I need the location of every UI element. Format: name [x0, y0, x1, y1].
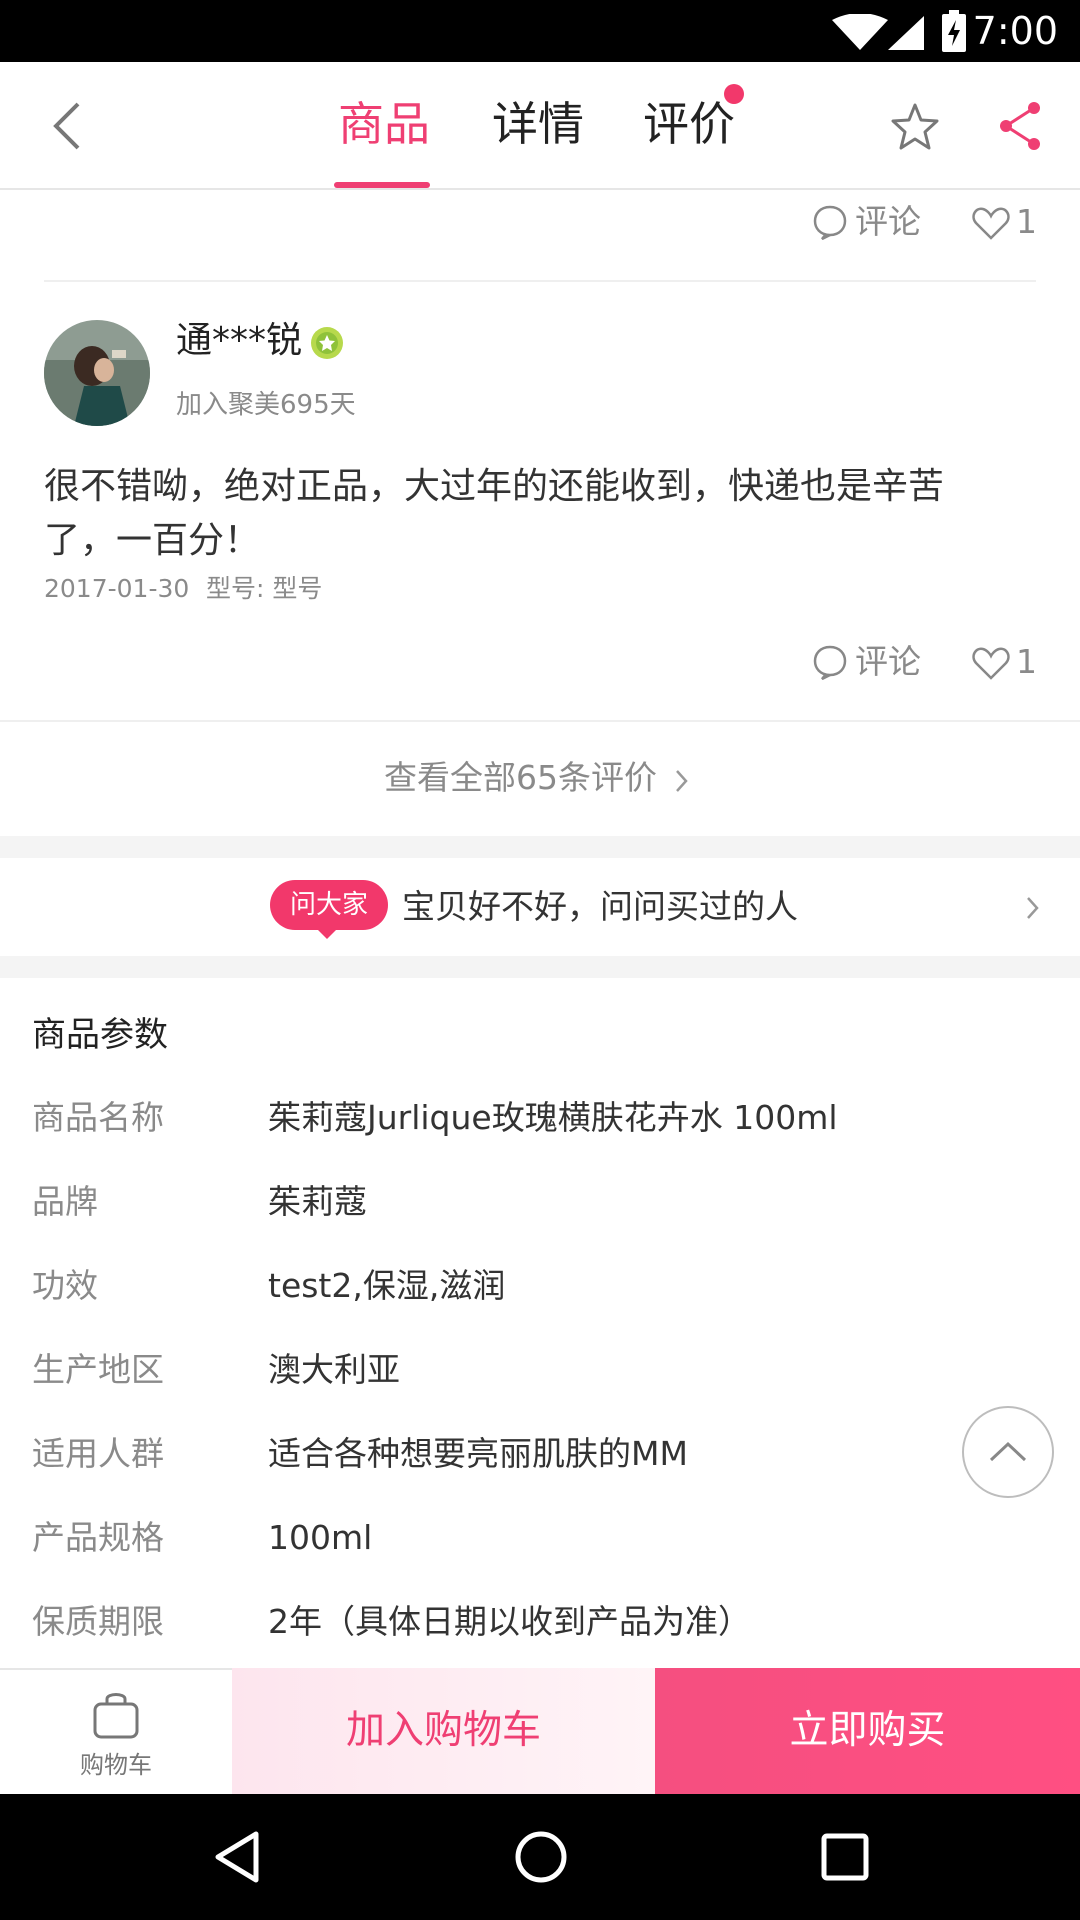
badge-tail: [316, 928, 338, 939]
comment-icon[interactable]: [812, 644, 848, 680]
active-tab-indicator: [334, 182, 430, 188]
bottom-action-bar: 购物车 加入购物车 立即购买: [0, 1668, 1080, 1796]
share-icon[interactable]: [996, 98, 1046, 154]
previous-review-actions: 评论 1: [0, 190, 1080, 280]
param-value-effect: test2,保湿,滋润: [268, 1266, 506, 1305]
param-label-shelf-life: 保质期限: [32, 1602, 164, 1641]
ask-everyone-row[interactable]: 问大家 宝贝好不好，问问买过的人: [0, 858, 1080, 956]
chevron-right-icon: [1027, 897, 1039, 919]
avatar[interactable]: [44, 320, 150, 426]
add-to-cart-button[interactable]: 加入购物车: [232, 1668, 655, 1794]
param-label-brand: 品牌: [32, 1182, 98, 1221]
cart-label: 购物车: [80, 1751, 152, 1779]
param-value-name: 茱莉蔻Jurlique玫瑰横肤花卉水 100ml: [268, 1098, 838, 1137]
param-label-audience: 适用人群: [32, 1434, 164, 1473]
nav-recents-icon[interactable]: [820, 1832, 870, 1882]
params-title: 商品参数: [32, 1015, 168, 1055]
param-label-origin: 生产地区: [32, 1350, 164, 1389]
param-value-spec: 100ml: [268, 1518, 373, 1557]
status-time: 7:00: [972, 9, 1058, 53]
reviewer-join-info: 加入聚美695天: [176, 390, 356, 420]
param-value-origin: 澳大利亚: [268, 1350, 400, 1389]
buy-now-button[interactable]: 立即购买: [655, 1668, 1080, 1794]
vip-badge-icon: [311, 327, 343, 359]
heart-like-icon[interactable]: [972, 646, 1010, 680]
status-bar: 7:00: [0, 0, 1080, 62]
nav-home-icon[interactable]: [514, 1830, 568, 1884]
review-date: 2017-01-30: [44, 574, 190, 603]
param-value-brand: 茱莉蔻: [268, 1182, 367, 1221]
param-value-audience: 适合各种想要亮丽肌肤的MM: [268, 1434, 688, 1473]
battery-charging-icon: [942, 10, 966, 52]
cart-tab[interactable]: 购物车: [0, 1668, 232, 1796]
nav-back-icon[interactable]: [212, 1830, 262, 1884]
top-navigation: 商品 详情 评价: [0, 62, 1080, 190]
review-text-line1: 很不错呦，绝对正品，大过年的还能收到，快递也是辛苦: [44, 466, 945, 507]
signal-icon: [888, 16, 924, 50]
review-model: 型号: 型号: [206, 574, 323, 603]
view-all-reviews-link[interactable]: 查看全部65条评价: [0, 722, 1080, 836]
back-arrow-icon[interactable]: [48, 98, 88, 154]
chevron-right-icon: [676, 770, 688, 792]
ask-everyone-badge: 问大家: [270, 880, 388, 930]
tab-product[interactable]: 商品: [338, 94, 430, 154]
like-count: 1: [1016, 642, 1037, 681]
star-favorite-icon[interactable]: [890, 102, 940, 152]
section-gap: [0, 956, 1080, 978]
review-item: 通***锐 加入聚美695天 很不错呦，绝对正品，大过年的还能收到，快递也是辛苦…: [0, 282, 1080, 720]
like-count: 1: [1016, 202, 1037, 241]
param-value-shelf-life: 2年（具体日期以收到产品为准）: [268, 1602, 751, 1641]
tab-reviews[interactable]: 评价: [643, 94, 735, 154]
heart-like-icon[interactable]: [972, 206, 1010, 240]
comment-button[interactable]: 评论: [855, 202, 921, 242]
ask-everyone-text: 宝贝好不好，问问买过的人: [402, 887, 798, 926]
param-label-spec: 产品规格: [32, 1518, 164, 1557]
comment-icon[interactable]: [812, 204, 848, 240]
back-to-top-button[interactable]: [962, 1406, 1054, 1498]
reviewer-name: 通***锐: [176, 320, 303, 361]
comment-button[interactable]: 评论: [855, 642, 921, 682]
system-navigation-bar: [0, 1794, 1080, 1920]
tab-details[interactable]: 详情: [492, 94, 584, 154]
view-all-reviews-label: 查看全部65条评价: [384, 758, 657, 797]
param-label-name: 商品名称: [32, 1098, 164, 1137]
section-gap: [0, 836, 1080, 858]
wifi-icon: [832, 14, 888, 50]
reviews-notification-dot: [724, 84, 744, 104]
param-label-effect: 功效: [32, 1266, 98, 1305]
shopping-bag-icon: [93, 1693, 139, 1739]
review-text-line2: 了，一百分！: [44, 520, 261, 561]
chevron-up-icon: [989, 1441, 1027, 1462]
